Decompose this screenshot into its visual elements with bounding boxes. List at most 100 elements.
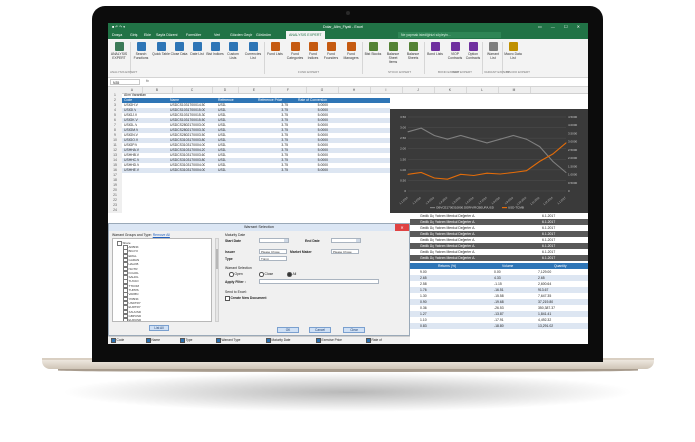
ribbon-button-4[interactable]: Date List bbox=[188, 42, 206, 56]
close-radio-dot[interactable] bbox=[259, 272, 264, 277]
row-number[interactable]: 24 bbox=[108, 208, 122, 213]
ribbon-button-19[interactable]: Warrant List bbox=[484, 42, 502, 60]
column-header-K[interactable]: K bbox=[434, 87, 467, 93]
table-row: 24 bbox=[108, 208, 390, 213]
bist-stocks-icon bbox=[368, 42, 378, 51]
apply-filter-input[interactable] bbox=[259, 279, 379, 284]
result-column-checkbox[interactable] bbox=[111, 338, 116, 343]
ribbon-button-11[interactable]: Fund Founders bbox=[322, 42, 340, 60]
result-column-option[interactable]: Name bbox=[146, 338, 160, 343]
result-column-checkbox[interactable] bbox=[216, 338, 221, 343]
all-radio[interactable]: All bbox=[287, 272, 296, 277]
ribbon-button-9[interactable]: Fund Categories bbox=[286, 42, 304, 60]
returns-cell[interactable]: 13,291.02 bbox=[538, 323, 553, 329]
tree-root-checkbox[interactable] bbox=[117, 241, 122, 246]
right-data-table[interactable]: Gedik Üç Yatırım Menkul Değerler A. 6.1.2… bbox=[410, 213, 588, 344]
open-radio-dot[interactable] bbox=[229, 272, 234, 277]
result-column-checkbox[interactable] bbox=[366, 338, 371, 343]
tree-item[interactable]: EURUSD bbox=[123, 318, 141, 321]
name-box[interactable]: N35 bbox=[110, 79, 140, 85]
create-new-document-check[interactable] bbox=[225, 296, 230, 301]
result-column-checkbox[interactable] bbox=[266, 338, 271, 343]
list-all-button[interactable]: List All bbox=[149, 325, 169, 331]
end-date-input[interactable] bbox=[331, 238, 361, 243]
ribbon-button-7[interactable]: Currencies List bbox=[244, 42, 262, 60]
series-point bbox=[486, 142, 488, 144]
y-left-tick-label: 2.00 bbox=[400, 147, 406, 151]
result-column-option[interactable]: Rate of bbox=[366, 338, 382, 343]
worksheet-grid[interactable]: 1 Alım Varantları 2 Code Name Reference Refere… bbox=[108, 93, 390, 213]
result-column-option[interactable]: Exercise Price bbox=[316, 338, 342, 343]
returns-cell[interactable]: -18.80 bbox=[494, 323, 504, 329]
tab-8[interactable]: ANALYSIS EXPERT bbox=[286, 31, 325, 39]
tab-3[interactable]: Sayfa Düzeni bbox=[156, 33, 177, 37]
issuer-select[interactable]: Please Chose bbox=[259, 249, 287, 254]
tab-0[interactable]: Dosya bbox=[112, 33, 122, 37]
tab-6[interactable]: Gözden Geçir bbox=[230, 33, 252, 37]
issuer-date[interactable]: 6.1.2017 bbox=[542, 255, 555, 261]
scroll-thumb[interactable] bbox=[216, 249, 218, 269]
ribbon-button-18[interactable]: Option Contracts bbox=[464, 42, 482, 60]
ribbon-button-13[interactable]: Bist Stocks bbox=[364, 42, 382, 56]
remove-all-link[interactable]: Remove All bbox=[153, 233, 170, 237]
dialog-close-button[interactable]: ✕ bbox=[395, 224, 409, 231]
type-select[interactable]: Tümü bbox=[259, 256, 287, 261]
ribbon-button-5[interactable]: Bist Indices bbox=[206, 42, 224, 56]
ribbon-button-17[interactable]: VIOP Contracts bbox=[446, 42, 464, 60]
tab-2[interactable]: Ekle bbox=[144, 33, 151, 37]
ribbon-button-0[interactable]: ANALYSIS EXPERT bbox=[110, 42, 128, 60]
column-header-J[interactable]: J bbox=[402, 87, 435, 93]
tell-me-search[interactable]: Ne yapmak istediğinizi söyleyin... bbox=[398, 32, 501, 38]
result-column-checkbox[interactable] bbox=[146, 338, 151, 343]
series-point bbox=[407, 131, 409, 133]
ribbon-button-12[interactable]: Fund Managers bbox=[342, 42, 360, 60]
date-list-icon bbox=[192, 42, 202, 51]
ribbon-button-label: Bist Indices bbox=[206, 52, 224, 56]
ribbon-button-8[interactable]: Fund Lists bbox=[266, 42, 284, 56]
clear-button[interactable]: Clear bbox=[343, 327, 365, 333]
returns-cell[interactable]: 0.83 bbox=[420, 323, 427, 329]
quick-access-toolbar[interactable]: ■ ↶ ↷ ▾ bbox=[112, 25, 125, 29]
tab-4[interactable]: Formüller bbox=[186, 33, 201, 37]
ribbon-button-label: Balance Sheet Items bbox=[386, 52, 400, 64]
ribbon-button-1[interactable]: Search Functions bbox=[132, 42, 150, 60]
tab-7[interactable]: Görünüm bbox=[256, 33, 271, 37]
tab-1[interactable]: Giriş bbox=[130, 33, 137, 37]
cancel-button[interactable]: Cancel bbox=[309, 327, 331, 333]
column-header-L[interactable]: L bbox=[466, 87, 499, 93]
tree-scrollbar[interactable] bbox=[215, 238, 219, 322]
issuer-name[interactable]: Gedik Üç Yatırım Menkul Değerler A. bbox=[420, 255, 475, 261]
tree-item-checkbox[interactable] bbox=[123, 318, 128, 321]
all-radio-dot[interactable] bbox=[287, 272, 292, 277]
result-column-option[interactable]: Warrant Type bbox=[216, 338, 240, 343]
result-column-checkbox[interactable] bbox=[180, 338, 185, 343]
start-date-input[interactable] bbox=[259, 238, 289, 243]
ribbon-button-10[interactable]: Fund Indices bbox=[304, 42, 322, 60]
open-radio[interactable]: Open bbox=[229, 272, 243, 277]
ribbon-button-20[interactable]: Macro Data List bbox=[504, 42, 522, 60]
series-point bbox=[565, 142, 567, 144]
column-header-M[interactable]: M bbox=[498, 87, 531, 93]
market-maker-select[interactable]: Please Chose bbox=[331, 249, 359, 254]
result-column-option[interactable]: Type bbox=[180, 338, 192, 343]
fx-icon[interactable]: fx bbox=[146, 79, 149, 83]
tab-5[interactable]: Veri bbox=[214, 33, 220, 37]
ribbon-button-3[interactable]: Close Data bbox=[170, 42, 188, 56]
ribbon-button-2[interactable]: Quick Table bbox=[152, 42, 170, 56]
window-controls[interactable]: ▭ — ☐ ✕ bbox=[538, 24, 584, 29]
ribbon-button-15[interactable]: Balance Sheets bbox=[404, 42, 422, 60]
x-tick-label: 1.1.2017 bbox=[556, 195, 567, 205]
line-chart[interactable]: 3.50 3.00 2.50 2.00 1.50 1.00 0.50 0 4.5000 4.000… bbox=[390, 109, 588, 213]
ribbon-button-16[interactable]: Bond Lists bbox=[426, 42, 444, 56]
result-column-option[interactable]: Code bbox=[111, 338, 124, 343]
ribbon-button-6[interactable]: Custom Lists bbox=[224, 42, 242, 60]
close-radio[interactable]: Close bbox=[259, 272, 273, 277]
warrant-tree[interactable]: Share AKBNK BIGYO ERGL GARAN HALKB ISCTR KCHOL S… bbox=[112, 238, 212, 322]
close-text: Close bbox=[264, 272, 274, 277]
ok-button[interactable]: OK bbox=[277, 327, 299, 333]
fund-managers-icon bbox=[346, 42, 356, 51]
ribbon-button-14[interactable]: Balance Sheet Items bbox=[384, 42, 402, 64]
result-column-checkbox[interactable] bbox=[316, 338, 321, 343]
result-column-option[interactable]: Maturity Date bbox=[266, 338, 290, 343]
create-new-document-checkbox[interactable]: Create New Document bbox=[225, 296, 267, 301]
